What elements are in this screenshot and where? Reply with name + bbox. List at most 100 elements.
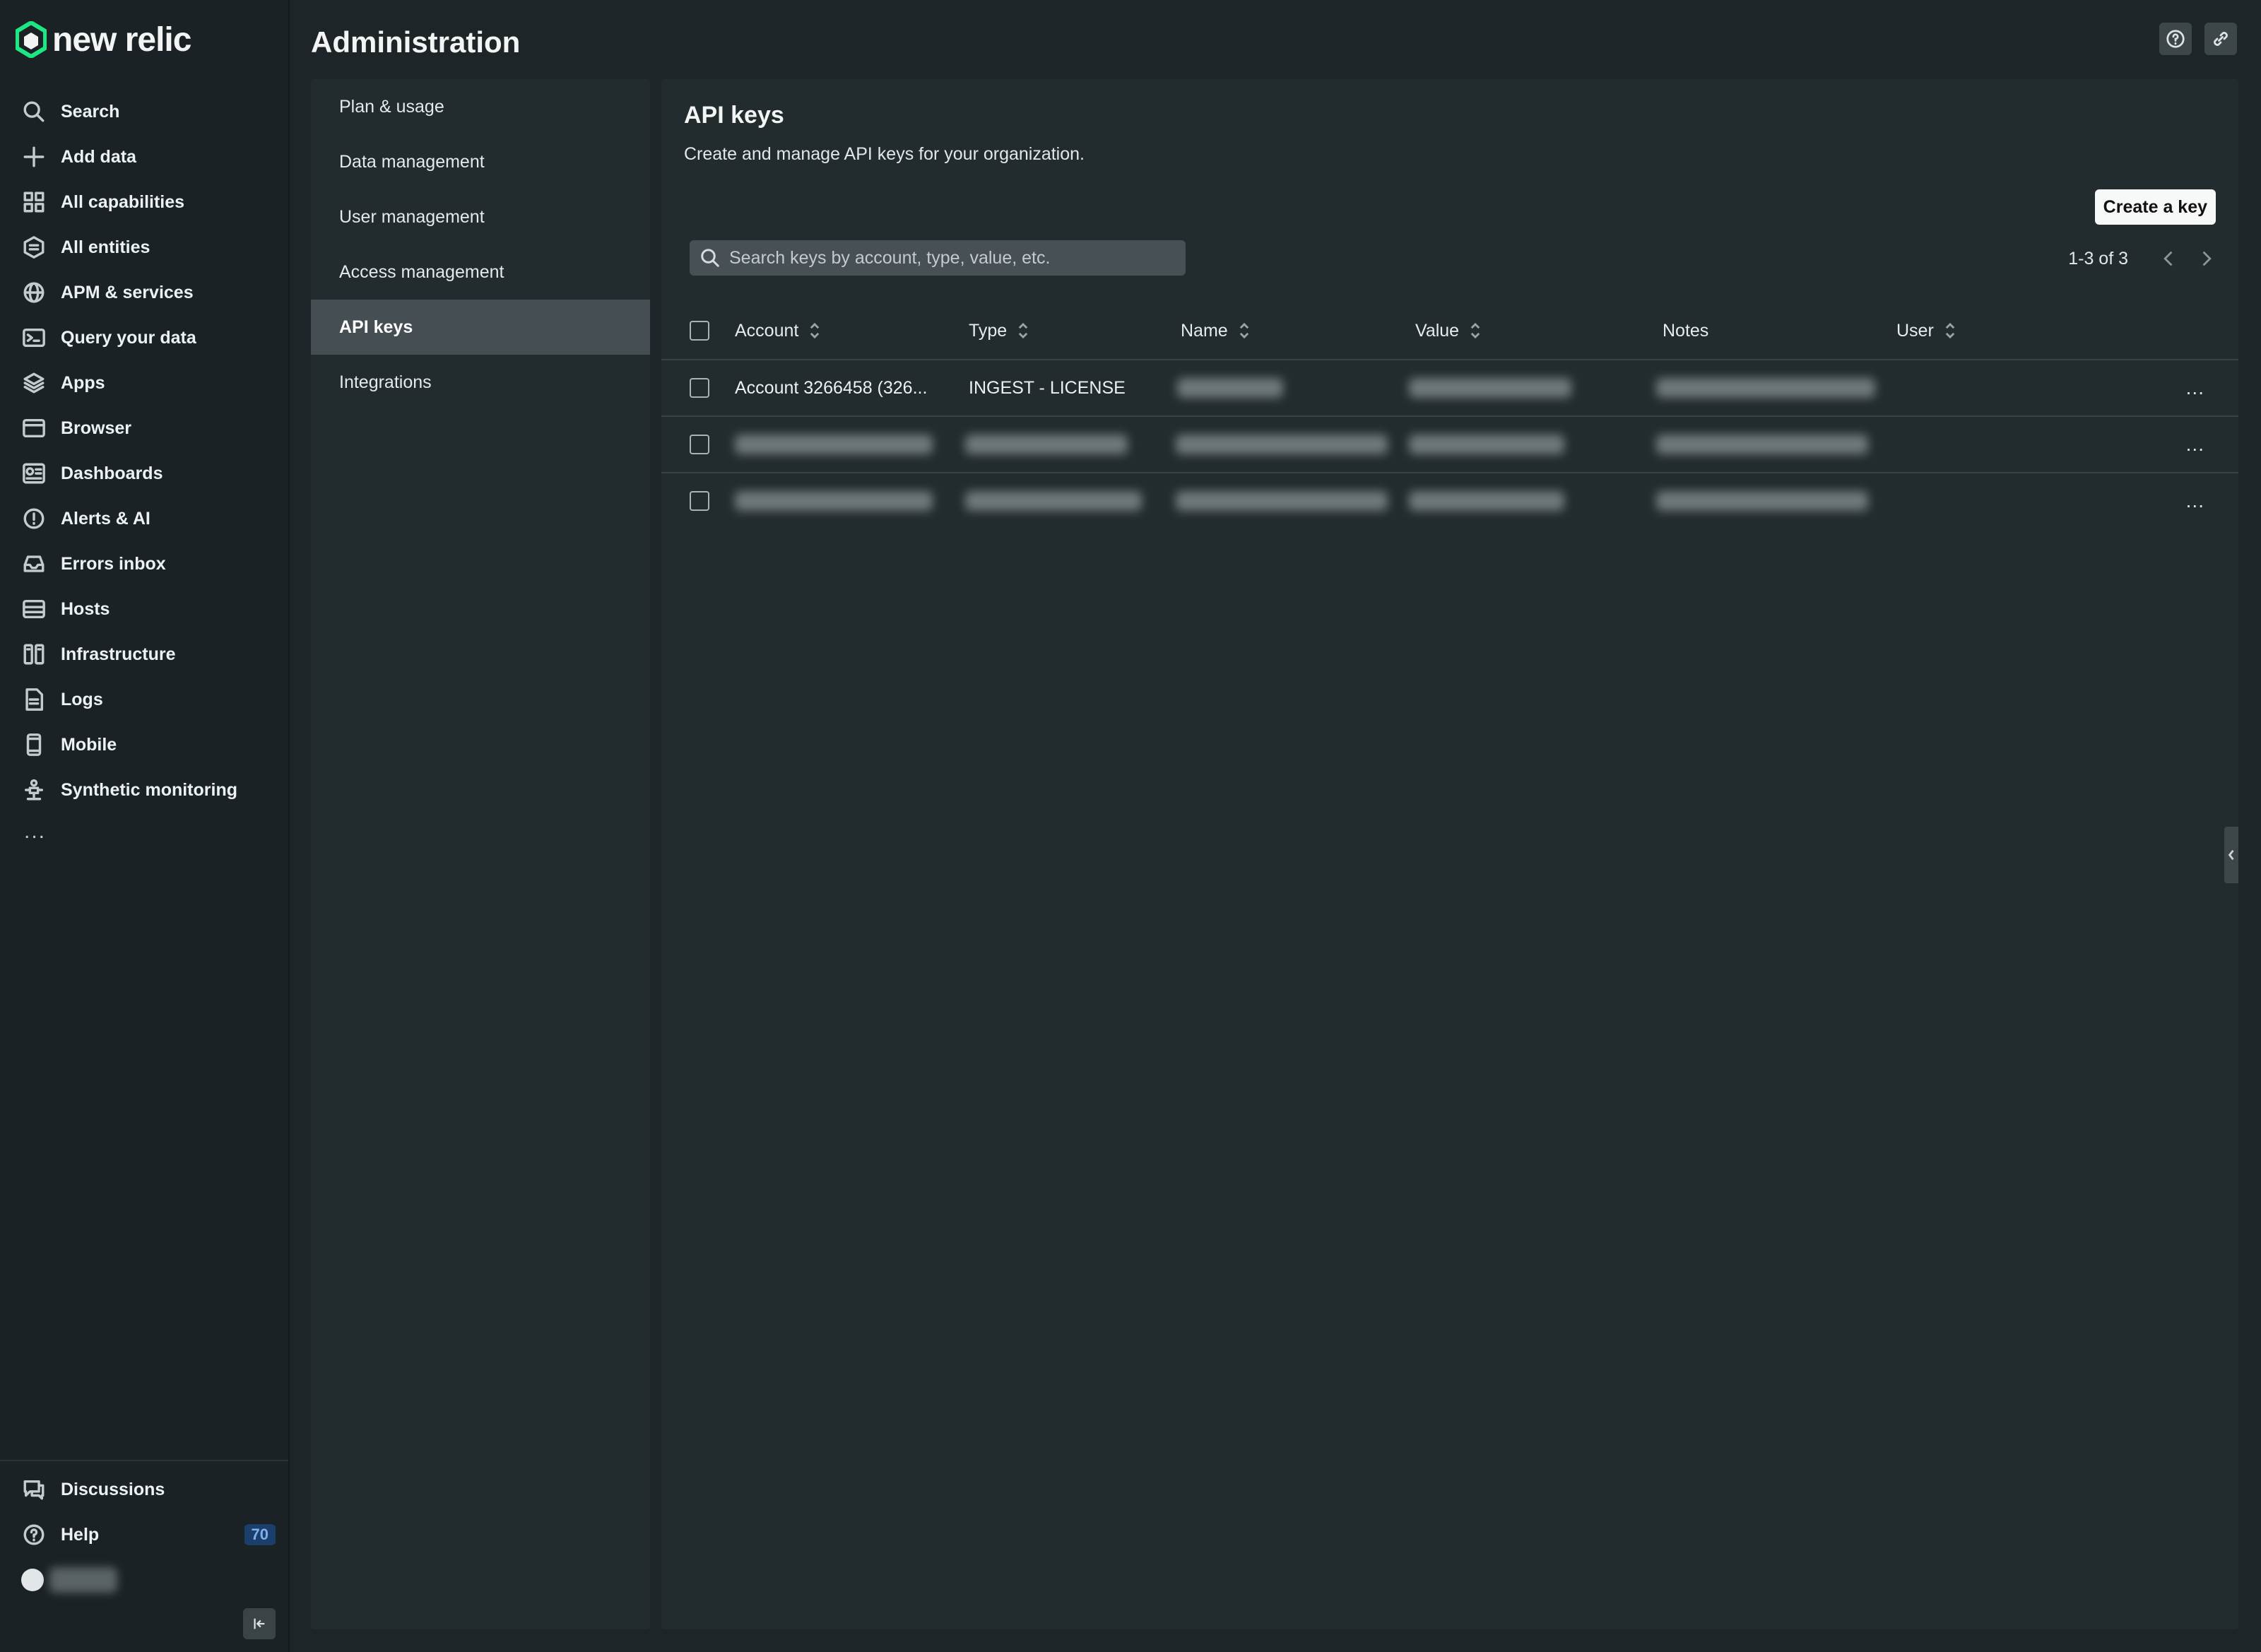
cell-name-redacted [1176,435,1388,454]
alert-icon [21,506,47,531]
submenu-item-data-management[interactable]: Data management [311,134,650,189]
nav-item-add-data[interactable]: Add data [0,134,288,179]
table-row[interactable]: Account 3266458 (326... INGEST - LICENSE… [661,360,2238,417]
nav-item-label: All entities [61,237,150,257]
help-button[interactable] [2159,23,2192,55]
nav-item-infrastructure[interactable]: Infrastructure [0,632,288,677]
sort-icon [1018,322,1028,339]
row-actions-button[interactable]: ... [2186,417,2204,472]
avatar [21,1569,44,1591]
chevron-left-icon [2228,849,2234,861]
table-header: Account Type Name Value Notes User [661,302,2238,360]
user-name-redacted [49,1567,117,1593]
nav-item-all-entities[interactable]: All entities [0,225,288,270]
nav-item-query-your-data[interactable]: Query your data [0,315,288,360]
new-relic-logo[interactable]: new relic [16,20,191,59]
pagination-range: 1-3 of 3 [2068,248,2128,269]
cell-type: INGEST - LICENSE [969,377,1126,398]
cell-type-redacted [965,435,1128,454]
column-type[interactable]: Type [969,302,1029,359]
nav-item-errors-inbox[interactable]: Errors inbox [0,541,288,586]
chevron-left-icon[interactable] [2159,249,2179,269]
column-label: Value [1415,320,1460,341]
cell-value-redacted [1409,435,1564,454]
submenu-item-plan-usage[interactable]: Plan & usage [311,79,650,134]
column-value[interactable]: Value [1415,302,1482,359]
submenu-item-integrations[interactable]: Integrations [311,355,650,410]
row-actions-button[interactable]: ... [2186,473,2204,529]
mobile-icon [21,732,47,757]
brand-name: new relic [52,20,191,59]
column-name[interactable]: Name [1181,302,1251,359]
nav-item-all-capabilities[interactable]: All capabilities [0,179,288,225]
nav-item-alerts-ai[interactable]: Alerts & AI [0,496,288,541]
nav-item-logs[interactable]: Logs [0,677,288,722]
discussions-icon [21,1477,47,1502]
nav-item-label: APM & services [61,282,194,302]
sort-icon [1470,322,1480,339]
user-menu[interactable] [0,1557,288,1603]
cell-value-redacted [1409,378,1571,398]
column-label: Type [969,320,1008,341]
nav-item-label: Search [61,101,120,122]
column-account[interactable]: Account [735,302,821,359]
copy-link-button[interactable] [2204,23,2237,55]
column-label: Notes [1663,320,1709,341]
cell-name-redacted [1176,491,1388,511]
cell-notes-redacted [1656,491,1868,511]
nav-item-label: Apps [61,372,105,393]
row-actions-button[interactable]: ... [2186,360,2204,415]
nav-item-label: Query your data [61,327,196,348]
cell-notes-redacted [1656,378,1875,398]
row-checkbox[interactable] [690,491,709,511]
nav-item-label: Infrastructure [61,644,176,664]
table-row[interactable]: ... [661,417,2238,473]
synthetic-icon [21,777,47,803]
entities-icon [21,235,47,260]
page-title: Administration [311,25,521,59]
submenu-item-access-management[interactable]: Access management [311,244,650,300]
nav-item-label: Mobile [61,734,117,755]
panel-title: API keys [684,102,784,129]
cell-account-redacted [735,491,933,511]
submenu-item-user-management[interactable]: User management [311,189,650,244]
select-all-cell [690,302,709,359]
column-user[interactable]: User [1896,302,1956,359]
select-all-checkbox[interactable] [690,321,709,341]
search-input[interactable] [728,247,1186,269]
side-panel-toggle[interactable] [2224,827,2238,883]
help-icon [21,1522,47,1547]
column-label: User [1896,320,1934,341]
submenu-item-api-keys[interactable]: API keys [311,300,650,355]
row-checkbox[interactable] [690,435,709,454]
help-icon [2166,30,2185,48]
nav-item-apps[interactable]: Apps [0,360,288,406]
nav-more-button[interactable]: ... [24,820,46,844]
nav-item-mobile[interactable]: Mobile [0,722,288,767]
row-checkbox[interactable] [690,378,709,398]
collapse-nav-button[interactable] [243,1608,276,1639]
cell-value-redacted [1409,491,1564,511]
api-keys-panel: API keys Create and manage API keys for … [661,79,2238,1629]
nav-item-search[interactable]: Search [0,89,288,134]
nav-item-label: Errors inbox [61,553,166,574]
nav-item-browser[interactable]: Browser [0,406,288,451]
nav-item-synthetic-monitoring[interactable]: Synthetic monitoring [0,767,288,813]
column-notes: Notes [1663,302,1708,359]
nav-item-label: Logs [61,689,103,709]
nav-item-hosts[interactable]: Hosts [0,586,288,632]
nav-item-help[interactable]: Help 70 [0,1512,288,1557]
create-key-button[interactable]: Create a key [2094,189,2216,225]
nav-item-discussions[interactable]: Discussions [0,1467,288,1512]
pagination: 1-3 of 3 [2068,243,2216,274]
chevron-right-icon[interactable] [2196,249,2216,269]
hosts-icon [21,596,47,622]
nav-item-dashboards[interactable]: Dashboards [0,451,288,496]
nav-item-label: Add data [61,146,136,167]
nav-list: Search Add data All capabilities All ent… [0,89,288,813]
search-icon [701,249,719,267]
cell-name-redacted [1177,378,1283,398]
table-row[interactable]: ... [661,473,2238,529]
search-keys [690,240,1186,276]
nav-item-apm-services[interactable]: APM & services [0,270,288,315]
